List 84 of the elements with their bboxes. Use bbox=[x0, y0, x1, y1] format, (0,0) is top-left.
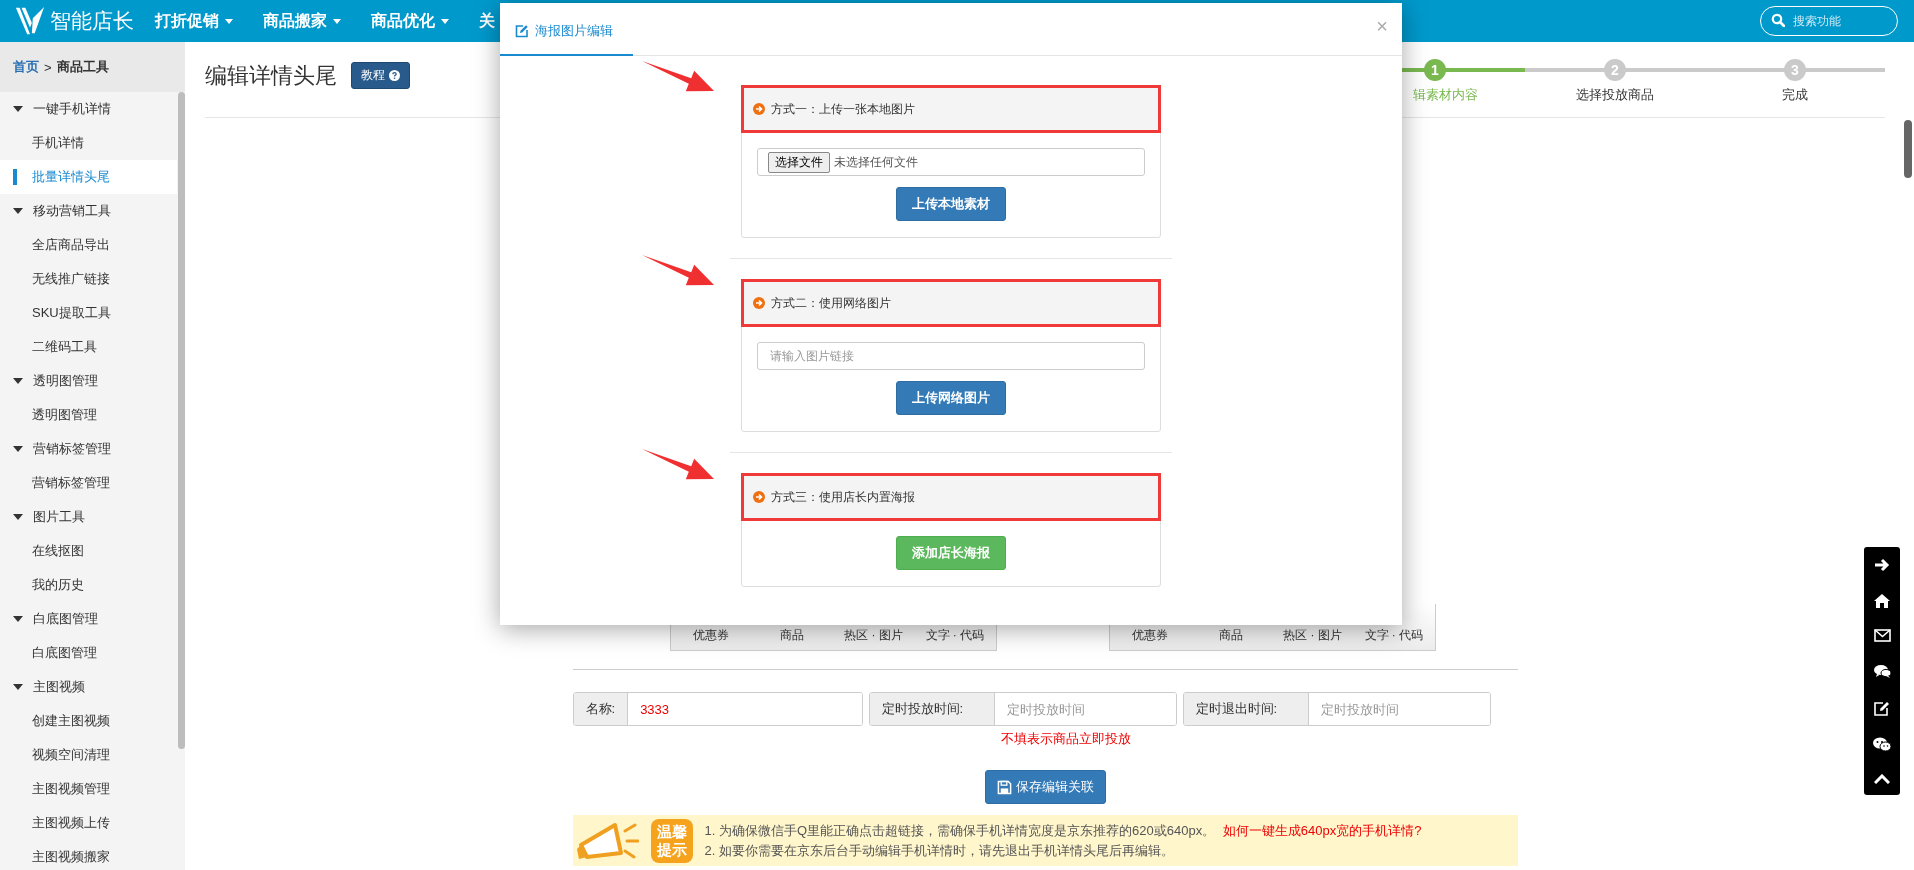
tip-text: 1. 为确保微信手Q里能正确点击超链接，需确保手机详情宽度是京东推荐的620或640px。 如何一键生成640px宽的手机详情? bbox=[704, 821, 1422, 840]
end-time-field[interactable]: 定时退出时间: 定时投放时间 bbox=[1182, 692, 1491, 726]
sidebar-group[interactable]: 透明图管理 bbox=[0, 364, 177, 398]
chevron-up-icon[interactable] bbox=[1874, 774, 1890, 785]
home-icon[interactable] bbox=[1874, 593, 1890, 608]
panel-title: 方式三：使用店长内置海报 bbox=[771, 488, 915, 506]
sidebar-item[interactable]: 透明图管理 bbox=[0, 398, 177, 432]
sidebar-item[interactable]: 批量详情头尾 bbox=[0, 160, 177, 194]
sidebar-item[interactable]: 主图视频上传 bbox=[0, 806, 177, 840]
step-label: 辑素材内容 bbox=[1411, 85, 1478, 104]
step-number: 1 bbox=[1424, 58, 1446, 81]
edit-icon[interactable] bbox=[1874, 700, 1890, 716]
toolbar-item[interactable]: 优惠券 bbox=[670, 627, 752, 644]
sidebar-item[interactable]: 二维码工具 bbox=[0, 330, 177, 364]
arrow-circle-icon bbox=[753, 103, 765, 115]
brand-name: 智能店长 bbox=[50, 8, 134, 34]
panel-title: 方式二：使用网络图片 bbox=[771, 294, 891, 312]
breadcrumb-current: 商品工具 bbox=[56, 58, 109, 76]
sidebar-item[interactable]: 白底图管理 bbox=[0, 636, 177, 670]
sidebar-group[interactable]: 一键手机详情 bbox=[0, 92, 177, 126]
sidebar-item[interactable]: 在线抠图 bbox=[0, 534, 177, 568]
sidebar-item[interactable]: SKU提取工具 bbox=[0, 296, 177, 330]
sidebar-item[interactable]: 视频空间清理 bbox=[0, 738, 177, 772]
help-icon bbox=[389, 70, 400, 81]
arrow-right-icon[interactable] bbox=[1874, 557, 1890, 572]
page-title: 编辑详情头尾 bbox=[205, 61, 337, 90]
tip-badge: 温馨 提示 bbox=[650, 818, 693, 863]
modal-tab[interactable]: 海报图片编辑 bbox=[500, 22, 633, 56]
logo-icon bbox=[14, 5, 46, 37]
file-input[interactable]: 选择文件 未选择任何文件 bbox=[757, 148, 1145, 176]
toolbar-item[interactable]: 商品 bbox=[1190, 627, 1272, 644]
name-field[interactable]: 名称: 3333 bbox=[572, 692, 863, 726]
input-label: 名称: bbox=[573, 693, 629, 725]
sidebar-item[interactable]: 手机详情 bbox=[0, 126, 177, 160]
start-time-field[interactable]: 定时投放时间: 定时投放时间 bbox=[868, 692, 1177, 726]
sidebar-group[interactable]: 白底图管理 bbox=[0, 602, 177, 636]
save-button[interactable]: 保存编辑关联 bbox=[984, 770, 1106, 804]
toolbar-item[interactable]: 文字 · 代码 bbox=[1353, 627, 1435, 644]
tip-text: 2. 如要你需要在京东后台手动编辑手机详情时，请先退出手机详情头尾后再编辑。 bbox=[704, 841, 1175, 860]
breadcrumb-separator: > bbox=[44, 59, 52, 75]
breadcrumb-link[interactable]: 首页 bbox=[13, 58, 39, 76]
choose-file-button[interactable]: 选择文件 bbox=[768, 151, 830, 173]
toolbar-item[interactable]: 热区 · 图片 bbox=[1272, 627, 1354, 644]
help-button[interactable]: 教程 bbox=[351, 62, 410, 89]
arrow bbox=[642, 61, 714, 92]
help-link[interactable]: 如何一键生成640px宽的手机详情? bbox=[1222, 822, 1422, 838]
search-field[interactable]: 搜索功能 bbox=[1760, 6, 1898, 36]
sidebar-group[interactable]: 移动营销工具 bbox=[0, 194, 177, 228]
sidebar-group[interactable]: 图片工具 bbox=[0, 500, 177, 534]
sidebar-item[interactable]: 无线推广链接 bbox=[0, 262, 177, 296]
toolbar-item[interactable]: 优惠券 bbox=[1109, 627, 1191, 644]
upload-button[interactable]: 上传本地素材 bbox=[896, 187, 1006, 221]
toolbar-item[interactable]: 商品 bbox=[751, 627, 833, 644]
arrow bbox=[642, 255, 714, 286]
sidebar-item[interactable]: 营销标签管理 bbox=[0, 466, 177, 500]
edit-icon bbox=[515, 24, 529, 38]
sidebar-item[interactable]: 创建主图视频 bbox=[0, 704, 177, 738]
save-icon bbox=[996, 779, 1012, 795]
step-label: 完成 bbox=[1782, 85, 1808, 104]
arrow-circle-icon bbox=[753, 297, 765, 309]
mail-icon[interactable] bbox=[1873, 629, 1891, 643]
toolbar-item[interactable]: 文字 · 代码 bbox=[914, 627, 996, 644]
chat-icon[interactable] bbox=[1873, 663, 1891, 679]
arrow-circle-icon bbox=[753, 491, 765, 503]
input-label: 定时投放时间: bbox=[869, 693, 995, 725]
input-label: 定时退出时间: bbox=[1183, 693, 1309, 725]
sidebar-group[interactable]: 主图视频 bbox=[0, 670, 177, 704]
toolbar-item[interactable]: 热区 · 图片 bbox=[833, 627, 915, 644]
arrow bbox=[642, 449, 714, 480]
sidebar-item[interactable]: 我的历史 bbox=[0, 568, 177, 602]
sidebar-group[interactable]: 营销标签管理 bbox=[0, 432, 177, 466]
hint-text: 不填表示商品立即投放 bbox=[999, 730, 1132, 748]
panel-title: 方式一：上传一张本地图片 bbox=[771, 100, 915, 118]
search-icon bbox=[1771, 13, 1785, 27]
sidebar-item[interactable]: 主图视频搬家 bbox=[0, 840, 177, 870]
upload-button[interactable]: 上传网络图片 bbox=[896, 381, 1006, 415]
scrollbar-thumb[interactable] bbox=[1904, 120, 1912, 178]
scrollbar-thumb[interactable] bbox=[178, 92, 185, 749]
wechat-icon[interactable] bbox=[1873, 737, 1891, 753]
step-label: 选择投放商品 bbox=[1576, 85, 1654, 104]
sidebar-item[interactable]: 主图视频管理 bbox=[0, 772, 177, 806]
sidebar-item[interactable]: 全店商品导出 bbox=[0, 228, 177, 262]
file-status: 未选择任何文件 bbox=[834, 153, 918, 171]
url-input[interactable]: 请输入图片链接 bbox=[757, 342, 1145, 370]
